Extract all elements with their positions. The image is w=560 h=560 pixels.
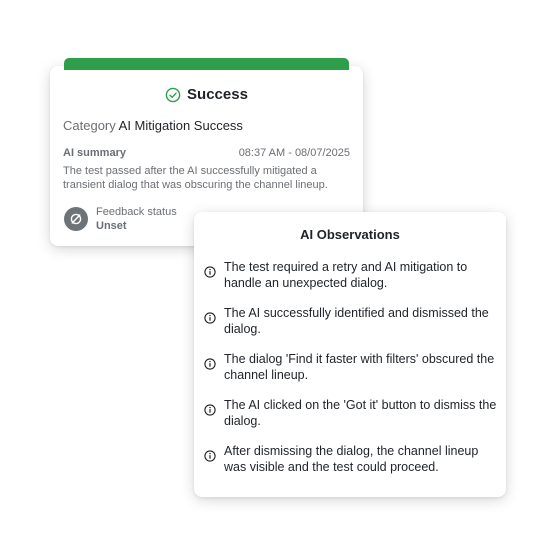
observations-list: The test required a retry and AI mitigat… [204,259,498,489]
ai-summary-text: The test passed after the AI successfull… [63,165,328,191]
observation-text: The AI clicked on the 'Got it' button to… [224,398,497,428]
stage: Success Category AI Mitigation Success A… [0,0,560,560]
category-label: Category [63,118,116,133]
observation-item: The dialog 'Find it faster with filters'… [204,351,498,397]
check-circle-icon [165,87,181,102]
ai-summary-label: AI summary [63,147,126,159]
info-icon [204,358,216,370]
slashed-circle-glyph [70,213,82,225]
category-line: Category AI Mitigation Success [63,118,243,133]
observation-item: The AI clicked on the 'Got it' button to… [204,397,498,443]
success-title: Success [187,86,248,103]
observation-item: The test required a retry and AI mitigat… [204,259,498,305]
observation-item: The AI successfully identified and dismi… [204,305,498,351]
ai-observations-title: AI Observations [300,227,400,242]
observation-text: The test required a retry and AI mitigat… [224,260,468,290]
observation-text: The AI successfully identified and dismi… [224,306,489,336]
observation-text: After dismissing the dialog, the channel… [224,444,479,474]
category-value: AI Mitigation Success [118,118,243,133]
observation-text: The dialog 'Find it faster with filters'… [224,352,495,382]
success-accent-bar [64,58,349,70]
info-icon [204,450,216,462]
feedback-status-value: Unset [96,220,127,232]
success-header: Success [50,86,363,103]
ai-observations-card: AI Observations The test required a retr… [194,212,506,497]
observation-item: After dismissing the dialog, the channel… [204,443,498,489]
ai-summary-timestamp: 08:37 AM - 08/07/2025 [238,147,350,159]
info-icon [204,312,216,324]
unset-circle-icon[interactable] [64,207,88,231]
info-icon [204,404,216,416]
info-icon [204,266,216,278]
feedback-status-label: Feedback status [96,206,177,218]
